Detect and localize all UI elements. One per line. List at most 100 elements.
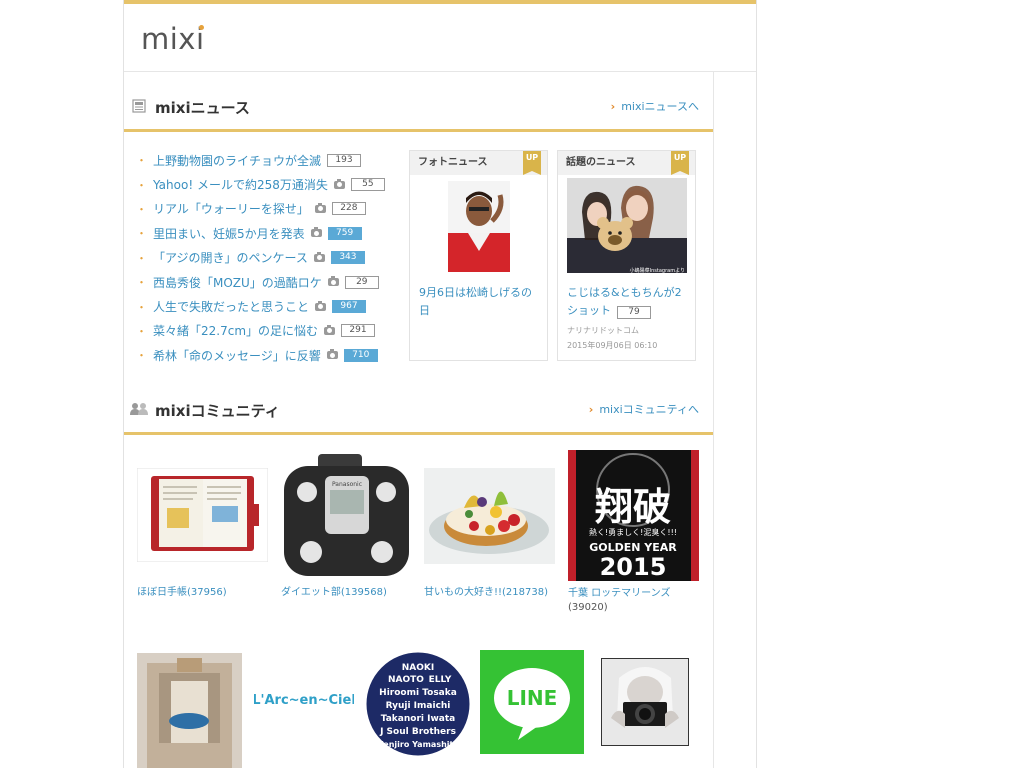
community-label[interactable]: 甘いもの大好き!!(218738) <box>424 586 548 600</box>
community-tile-hobonichi[interactable]: ほぼ日手帳(37956) <box>136 467 269 598</box>
bullet-icon: ・ <box>136 300 147 314</box>
comment-count: 967 <box>332 300 367 314</box>
news-item-title[interactable]: 人生で失敗だったと思うこと <box>153 298 309 315</box>
comment-count: 228 <box>331 202 366 216</box>
bullet-icon: ・ <box>136 349 147 363</box>
poster-year-text: 2015 <box>600 553 667 581</box>
community-section-title: mixiコミュニティ <box>155 402 280 420</box>
poster-sub-text: 熱く!勇ましく!泥臭く!!! <box>589 527 677 537</box>
news-item[interactable]: ・西島秀俊「MOZU」の過酷ロケ 29 <box>136 270 406 294</box>
community-more-label[interactable]: mixiコミュニティへ <box>599 403 699 416</box>
news-item[interactable]: ・上野動物園のライチョウが全滅 193 <box>136 148 406 172</box>
community-tile-line[interactable]: LINE <box>480 650 584 758</box>
camera-icon <box>310 227 322 238</box>
logo-dot <box>199 25 204 30</box>
jsb-name: Takanori Iwata <box>381 714 455 724</box>
jsb-name: NAOKI <box>402 663 434 673</box>
jsb-name: Ryuji Imaichi <box>386 701 451 711</box>
up-badge: UP <box>671 151 689 175</box>
topic-news-title[interactable]: こじはる&ともちんが2ショット 79 <box>567 284 691 320</box>
bullet-icon: ・ <box>136 276 147 290</box>
poster-main-text: 翔破 <box>595 484 671 529</box>
up-badge: UP <box>523 151 541 175</box>
news-section-title: mixiニュース <box>155 99 250 117</box>
jsb-name: Hiroomi Tosaka <box>379 688 457 698</box>
photo-news-title[interactable]: 9月6日は松崎しげるの日 <box>419 284 539 320</box>
comment-count: 193 <box>327 153 362 167</box>
camera-icon <box>314 202 326 213</box>
community-more-link[interactable]: › mixiコミュニティへ <box>589 401 699 417</box>
topic-news-card[interactable]: 話題のニュース UP 小嶋陽菜Instagramより こじはる&ともちんが2ショ… <box>557 150 696 361</box>
community-image[interactable] <box>136 467 269 563</box>
mixi-logo[interactable]: mixi <box>141 22 205 56</box>
right-column-divider <box>713 71 714 768</box>
news-item-title[interactable]: 菜々緒「22.7cm」の足に悩む <box>153 322 318 339</box>
news-item-title[interactable]: 里田まい、妊娠5か月を発表 <box>153 225 305 242</box>
topic-news-date: 2015年09月06日 06:10 <box>567 341 658 350</box>
news-item[interactable]: ・里田まい、妊娠5か月を発表 759 <box>136 221 406 245</box>
bullet-icon: ・ <box>136 227 147 241</box>
news-more-label[interactable]: mixiニュースへ <box>621 100 699 113</box>
community-label[interactable]: ほぼ日手帳(37956) <box>137 586 227 600</box>
news-item-title[interactable]: 西島秀俊「MOZU」の過酷ロケ <box>153 274 322 291</box>
community-tile-diet[interactable]: Panasonic ダイエット部(139568) <box>281 452 412 598</box>
larc-logo-text: L'Arc~en~Ciel <box>254 693 354 708</box>
comment-count: 343 <box>330 251 365 265</box>
community-image[interactable] <box>600 657 690 747</box>
news-item[interactable]: ・リアル「ウォーリーを探せ」 228 <box>136 197 406 221</box>
community-tile-jsb[interactable]: NAOKI NAOTO ELLY Hiroomi Tosaka Ryuji Im… <box>364 650 472 762</box>
camera-icon <box>327 276 339 287</box>
photo-news-image[interactable] <box>448 181 510 272</box>
community-image[interactable]: Panasonic <box>281 452 412 578</box>
topic-news-image[interactable] <box>567 178 687 273</box>
site-header: mixi <box>124 4 756 72</box>
news-item-title[interactable]: 上野動物園のライチョウが全滅 <box>153 152 321 169</box>
news-more-link[interactable]: › mixiニュースへ <box>611 98 699 114</box>
topic-news-header-label: 話題のニュース <box>566 157 636 168</box>
community-tile-camera[interactable] <box>600 657 690 750</box>
chevron-right-icon: › <box>610 100 616 113</box>
chevron-right-icon: › <box>588 403 594 416</box>
camera-icon <box>313 251 325 262</box>
comment-count: 29 <box>344 275 379 289</box>
news-item[interactable]: ・ Yahoo! メールで約258万通消失 55 <box>136 172 406 196</box>
community-image[interactable] <box>137 653 242 768</box>
jsb-name: ELLY <box>429 675 452 685</box>
scale-brand: Panasonic <box>332 481 362 488</box>
news-item[interactable]: ・「アジの開き」のペンケース 343 <box>136 246 406 270</box>
camera-icon <box>315 300 327 311</box>
newspaper-icon <box>132 99 146 113</box>
community-tile-sweets[interactable]: 甘いもの大好き!!(218738) <box>424 468 555 598</box>
comment-count: 79 <box>617 306 651 319</box>
logo-text[interactable]: mixi <box>141 22 205 56</box>
comment-count: 55 <box>350 178 385 192</box>
news-item[interactable]: ・希林「命のメッセージ」に反響 710 <box>136 343 406 367</box>
topic-news-source: ナリナリドットコム <box>567 326 639 335</box>
community-label-count: (39020) <box>568 602 608 613</box>
community-tile-usj[interactable] <box>137 653 242 768</box>
community-label[interactable]: 千葉 ロッテマリーンズ <box>568 587 670 601</box>
comment-count: 759 <box>327 226 362 240</box>
community-image[interactable]: L'Arc~en~Ciel <box>252 686 356 712</box>
bullet-icon: ・ <box>136 154 147 168</box>
news-item-title[interactable]: 「アジの開き」のペンケース <box>153 249 308 266</box>
community-label[interactable]: ダイエット部(139568) <box>281 586 387 600</box>
photo-news-card[interactable]: フォトニュース UP 9月6日は松崎しげるの日 <box>409 150 548 361</box>
news-item[interactable]: ・人生で失敗だったと思うこと 967 <box>136 294 406 318</box>
bullet-icon: ・ <box>136 251 147 265</box>
news-item-title[interactable]: Yahoo! メールで約258万通消失 <box>153 176 328 193</box>
community-tile-marines[interactable]: 翔破 熱く!勇ましく!泥臭く!!! GOLDEN YEAR 2015 千葉 ロッ… <box>568 450 699 613</box>
bullet-icon: ・ <box>136 202 147 216</box>
community-image[interactable]: 翔破 熱く!勇ましく!泥臭く!!! GOLDEN YEAR 2015 <box>568 450 699 581</box>
camera-icon <box>324 324 336 335</box>
people-icon <box>130 403 148 415</box>
comment-count: 291 <box>341 324 376 338</box>
community-image[interactable] <box>424 468 555 564</box>
community-tile-larc[interactable]: L'Arc~en~Ciel <box>252 686 356 716</box>
community-image[interactable]: LINE <box>480 650 584 754</box>
community-image[interactable]: NAOKI NAOTO ELLY Hiroomi Tosaka Ryuji Im… <box>364 650 472 758</box>
news-item-title[interactable]: リアル「ウォーリーを探せ」 <box>153 200 309 217</box>
news-item-title[interactable]: 希林「命のメッセージ」に反響 <box>153 347 321 364</box>
news-item[interactable]: ・菜々緒「22.7cm」の足に悩む 291 <box>136 319 406 343</box>
page-container: mixi mixiニュース › mixiニュースへ ・上野動物園のライチョウが全滅… <box>123 0 757 768</box>
